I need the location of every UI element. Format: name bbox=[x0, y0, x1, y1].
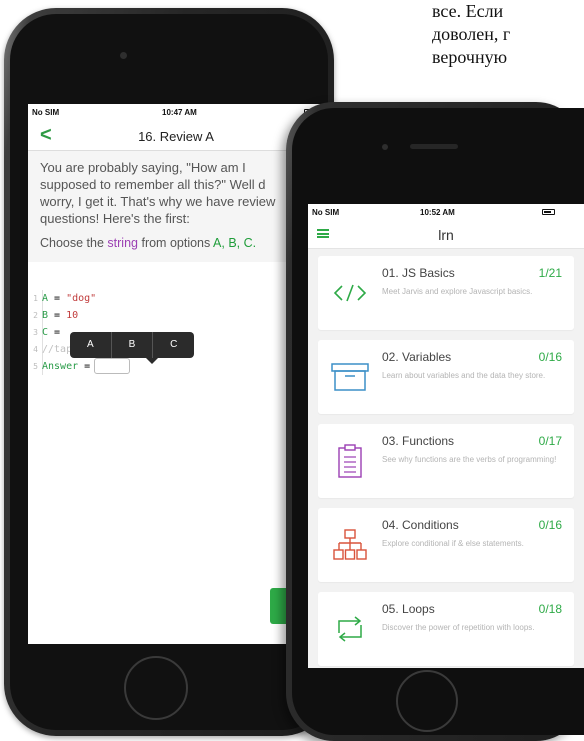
clipboard-icon bbox=[330, 442, 370, 480]
nav-bar: lrn bbox=[308, 222, 584, 249]
status-time: 10:47 AM bbox=[162, 108, 197, 117]
lesson-card-functions[interactable]: 03. Functions 0/17 See why functions are… bbox=[318, 424, 574, 498]
prompt-keyword: string bbox=[107, 236, 138, 250]
lesson-card-conditions[interactable]: 04. Conditions 0/16 Explore conditional … bbox=[318, 508, 574, 582]
front-camera bbox=[120, 52, 127, 59]
lesson-list: 01. JS Basics 1/21 Meet Jarvis and explo… bbox=[318, 256, 574, 668]
lesson-card-variables[interactable]: 02. Variables 0/16 Learn about variables… bbox=[318, 340, 574, 414]
article-line: доволен, г bbox=[432, 24, 511, 44]
status-bar: No SIM 10:52 AM bbox=[308, 204, 584, 222]
code-token: = bbox=[48, 293, 67, 304]
code-token: = bbox=[48, 327, 61, 338]
code-token: Answer bbox=[42, 361, 79, 372]
option-popover: A B C bbox=[70, 332, 194, 364]
lesson-line: You are probably saying, "How am I bbox=[40, 160, 246, 175]
option-b-button[interactable]: B bbox=[112, 332, 154, 358]
prompt-options: A, B, C. bbox=[213, 236, 257, 250]
front-camera bbox=[382, 144, 388, 150]
earpiece-speaker bbox=[410, 144, 458, 149]
lesson-line: worry, I get it. That's why we have revi… bbox=[40, 194, 276, 209]
status-bar: No SIM 10:47 AM bbox=[28, 104, 324, 122]
answer-input[interactable] bbox=[94, 358, 131, 374]
home-button[interactable] bbox=[124, 656, 188, 720]
code-token: "dog" bbox=[66, 293, 97, 304]
lesson-description: Discover the power of repetition with lo… bbox=[382, 623, 535, 632]
loop-arrows-icon bbox=[330, 610, 370, 648]
line-number: 4 bbox=[33, 345, 38, 354]
code-line: 1A = "dog" bbox=[28, 290, 324, 307]
lesson-title: 01. JS Basics bbox=[382, 266, 455, 280]
line-number: 5 bbox=[33, 362, 38, 371]
lesson-title: 04. Conditions bbox=[382, 518, 459, 532]
article-line: все. Если bbox=[432, 1, 504, 21]
battery-icon bbox=[542, 209, 555, 215]
lesson-description: See why functions are the verbs of progr… bbox=[382, 455, 557, 464]
box-icon bbox=[330, 358, 370, 396]
line-number: 3 bbox=[33, 328, 38, 337]
app-title: lrn bbox=[438, 227, 454, 243]
line-number: 2 bbox=[33, 311, 38, 320]
lesson-card-loops[interactable]: 05. Loops 0/18 Discover the power of rep… bbox=[318, 592, 574, 666]
lesson-description: Explore conditional if & else statements… bbox=[382, 539, 524, 548]
code-line: 5 Answer = bbox=[28, 358, 324, 375]
flowchart-icon bbox=[330, 526, 370, 564]
lesson-title: 05. Loops bbox=[382, 602, 435, 616]
page-title: 16. Review A bbox=[138, 129, 214, 144]
lesson-description: Learn about variables and the data they … bbox=[382, 371, 546, 380]
prompt-text: Choose the bbox=[40, 236, 108, 250]
option-a-button[interactable]: A bbox=[70, 332, 112, 358]
code-line: 2B = 10 bbox=[28, 307, 324, 324]
lesson-text: You are probably saying, "How am I suppo… bbox=[28, 151, 324, 262]
lesson-title: 03. Functions bbox=[382, 434, 455, 448]
carrier-label: No SIM bbox=[312, 208, 340, 217]
lesson-progress: 0/17 bbox=[538, 434, 562, 448]
article-text: все. Если доволен, г верочную bbox=[432, 0, 584, 69]
code-token: = bbox=[48, 310, 67, 321]
lesson-line: supposed to remember all this?" Well d bbox=[40, 177, 266, 192]
lesson-description: Meet Jarvis and explore Javascript basic… bbox=[382, 287, 533, 296]
line-number: 1 bbox=[33, 294, 38, 303]
lesson-progress: 1/21 bbox=[538, 266, 562, 280]
code-token: 10 bbox=[66, 310, 79, 321]
status-time: 10:52 AM bbox=[420, 208, 455, 217]
phone-back: No SIM 10:47 AM < 16. Review A You are p… bbox=[4, 8, 334, 736]
lesson-progress: 0/18 bbox=[538, 602, 562, 616]
lesson-line: questions! Here's the first: bbox=[40, 211, 190, 226]
code-token: = bbox=[78, 361, 91, 372]
lesson-progress: 0/16 bbox=[538, 518, 562, 532]
lesson-progress: 0/16 bbox=[538, 350, 562, 364]
carrier-label: No SIM bbox=[32, 108, 60, 117]
lesson-title: 02. Variables bbox=[382, 350, 452, 364]
lessons-screen: No SIM 10:52 AM lrn 01. JS Basics 1/21 M… bbox=[308, 204, 584, 668]
prompt-text: from options bbox=[138, 236, 214, 250]
option-c-button[interactable]: C bbox=[153, 332, 194, 358]
code-brackets-icon bbox=[330, 274, 370, 312]
nav-bar: < 16. Review A bbox=[28, 122, 324, 151]
lesson-card-js-basics[interactable]: 01. JS Basics 1/21 Meet Jarvis and explo… bbox=[318, 256, 574, 330]
home-button[interactable] bbox=[396, 670, 458, 732]
review-screen: No SIM 10:47 AM < 16. Review A You are p… bbox=[28, 104, 324, 644]
question-prompt: Choose the string from options A, B, C. bbox=[40, 235, 318, 262]
article-line: верочную bbox=[432, 47, 508, 67]
